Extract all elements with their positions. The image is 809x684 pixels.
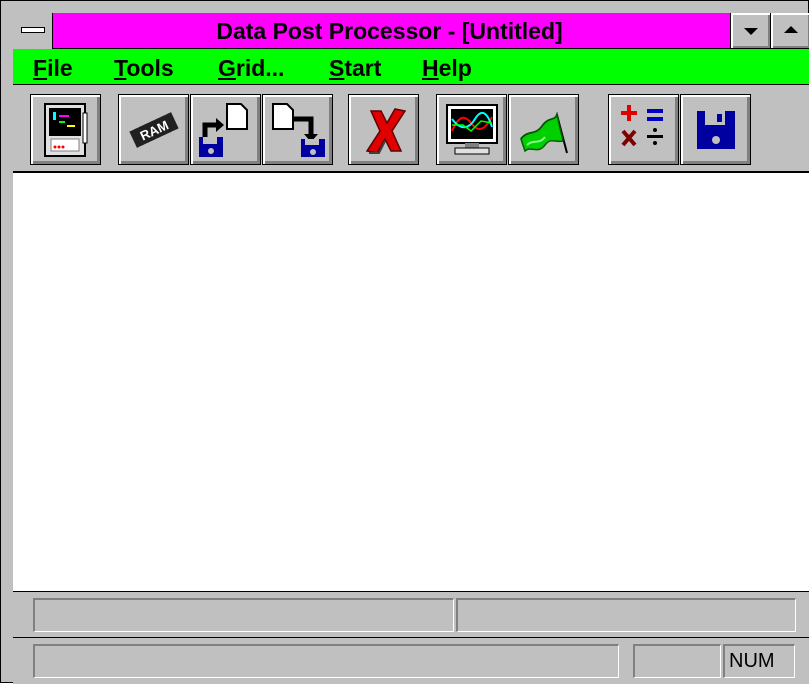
maximize-button[interactable]: [770, 13, 809, 48]
graph-button[interactable]: [436, 94, 507, 165]
ram-button[interactable]: RAM: [118, 94, 189, 165]
menu-bar: File Tools Grid... Start Help: [13, 49, 809, 85]
math-operations-icon: [621, 105, 663, 147]
minimize-button[interactable]: [730, 13, 770, 48]
start-flag-button[interactable]: [508, 94, 579, 165]
menu-tools[interactable]: Tools: [114, 49, 174, 84]
title-bar: Data Post Processor - [Untitled]: [13, 13, 809, 49]
delete-button[interactable]: [348, 94, 419, 165]
menu-help-label: elp: [438, 55, 472, 81]
menu-start-label: tart: [344, 55, 382, 81]
menu-file[interactable]: File: [33, 49, 73, 84]
green-flag-icon: [520, 111, 568, 154]
menu-tools-label: ools: [126, 55, 174, 81]
save-file-button[interactable]: [262, 94, 333, 165]
status-indicator-pane: [633, 644, 721, 678]
save-file-icon: [272, 103, 325, 157]
num-lock-pane: NUM: [723, 644, 795, 678]
menu-start-accel: S: [329, 55, 345, 81]
window-title: Data Post Processor - [Untitled]: [216, 18, 563, 44]
application-window: Data Post Processor - [Untitled] File To…: [0, 0, 809, 684]
menu-tools-accel: T: [114, 55, 127, 81]
load-file-button[interactable]: [190, 94, 261, 165]
status-message-pane: [33, 644, 619, 678]
minimize-arrow-icon: [744, 28, 758, 35]
status-bar-upper: [13, 591, 809, 637]
toolbar: RAM: [13, 85, 809, 173]
num-lock-indicator: NUM: [729, 650, 775, 672]
system-menu-icon: [21, 27, 45, 33]
menu-help[interactable]: Help: [422, 49, 472, 84]
graph-monitor-icon: [446, 104, 498, 155]
computer-button[interactable]: [30, 94, 101, 165]
menu-grid-label: rid...: [235, 55, 285, 81]
menu-grid-accel: G: [218, 55, 236, 81]
math-button[interactable]: [608, 94, 679, 165]
status-pane-left: [33, 598, 454, 632]
load-file-icon: [199, 103, 248, 157]
menu-file-label: ile: [47, 55, 73, 81]
document-client-area[interactable]: [13, 173, 809, 591]
status-bar-lower: NUM: [13, 637, 809, 684]
menu-start[interactable]: Start: [329, 49, 381, 84]
menu-file-accel: F: [33, 55, 48, 81]
floppy-disk-icon: [697, 111, 735, 149]
status-pane-right: [456, 598, 796, 632]
menu-grid[interactable]: Grid...: [218, 49, 284, 84]
save-disk-button[interactable]: [680, 94, 751, 165]
system-menu-button[interactable]: [13, 13, 53, 49]
menu-help-accel: H: [422, 55, 439, 81]
computer-tower-icon: [44, 103, 88, 157]
delete-x-icon: [365, 108, 407, 154]
ram-chip-icon: RAM: [129, 109, 179, 152]
maximize-arrow-icon: [784, 26, 798, 33]
